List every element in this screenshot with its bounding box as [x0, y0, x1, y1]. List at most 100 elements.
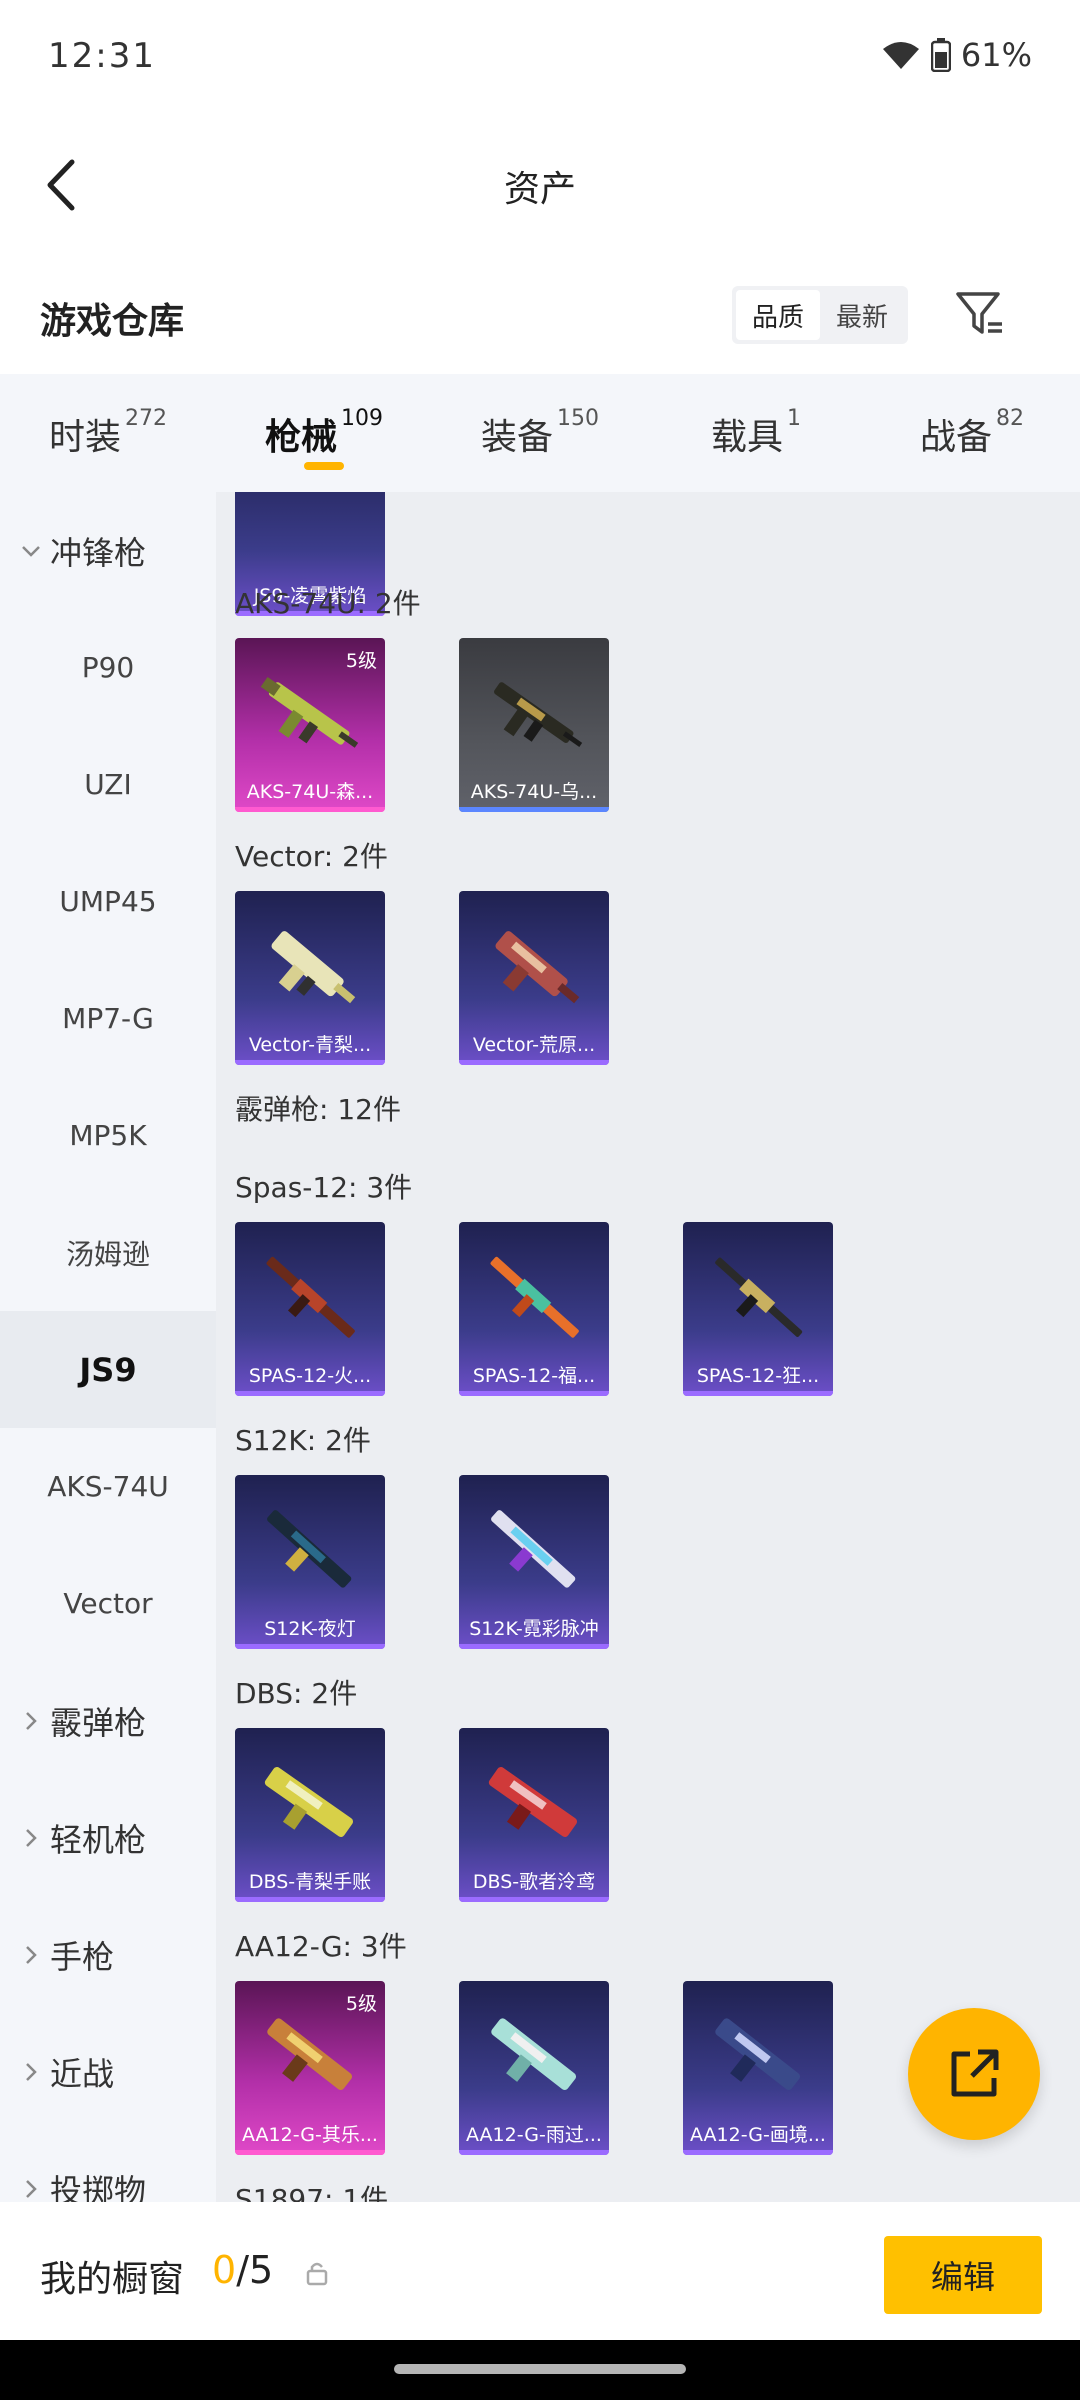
app-root: 12:31 61% 资产 游戏仓库 品质 最新 时装 272 枪械 109 装备…: [0, 0, 1080, 2400]
tab-supplies[interactable]: 战备 82: [864, 374, 1080, 492]
sidebar-item-uzi[interactable]: UZI: [0, 726, 216, 843]
chevron-right-icon: [16, 1823, 46, 1853]
weapon-card-name: AKS-74U-乌...: [470, 781, 598, 803]
weapon-card[interactable]: 5级 AA12-G-其乐...: [235, 1981, 385, 2155]
weapon-card-name: S12K-霓彩脉冲: [469, 1618, 599, 1640]
page-title: 资产: [503, 169, 576, 210]
shotgun-icon: [490, 1256, 579, 1338]
share-fab[interactable]: [908, 2008, 1040, 2140]
group-title: AKS-74U: 2件: [235, 587, 421, 620]
tab-equipment[interactable]: 装备 150: [432, 374, 648, 492]
rarity-strip: [459, 1644, 609, 1649]
weapon-card[interactable]: Vector-青梨...: [235, 891, 385, 1065]
sidebar-category-pistol[interactable]: 手枪: [0, 1896, 216, 2013]
warehouse-header: 游戏仓库 品质 最新: [0, 270, 1080, 370]
tab-label: 载具: [710, 417, 783, 458]
battery-icon: [930, 38, 951, 72]
sidebar-category-label: 轻机枪: [50, 1820, 147, 1859]
filter-icon[interactable]: [950, 284, 1010, 344]
tab-label: 装备: [480, 417, 553, 458]
sidebar-item-mp5k[interactable]: MP5K: [0, 1077, 216, 1194]
wifi-icon: [881, 39, 921, 71]
rarity-strip: [235, 1644, 385, 1649]
group-title: 霰弹枪: 12件: [235, 1093, 401, 1126]
shotgun-icon: [267, 1510, 352, 1588]
sidebar-category-label: 手枪: [50, 1937, 115, 1976]
weapon-card-name: AKS-74U-森...: [246, 781, 374, 803]
weapon-card[interactable]: AKS-74U-乌...: [459, 638, 609, 812]
group-title: AA12-G: 3件: [235, 1930, 407, 1963]
weapon-card[interactable]: AA12-G-画境...: [683, 1981, 833, 2155]
rarity-strip: [235, 1897, 385, 1902]
lock-icon: [306, 2262, 328, 2286]
tab-count: 82: [996, 406, 1024, 431]
sidebar-item-vector[interactable]: Vector: [0, 1545, 216, 1662]
sidebar-category-throwable[interactable]: 投掷物: [0, 2130, 216, 2202]
tab-vehicles[interactable]: 载具 1: [648, 374, 864, 492]
weapon-card[interactable]: DBS-歌者泠鸢: [459, 1728, 609, 1902]
home-gesture-handle[interactable]: [394, 2364, 686, 2374]
sidebar-category-label: 冲锋枪: [50, 533, 147, 572]
smg-icon: [495, 931, 580, 1004]
chevron-right-icon: [16, 1706, 46, 1736]
weapon-card-name: SPAS-12-福...: [472, 1365, 596, 1387]
group-title: S12K: 2件: [235, 1424, 371, 1457]
sidebar-item-aks74u[interactable]: AKS-74U: [0, 1428, 216, 1545]
weapon-card-name: SPAS-12-狂...: [696, 1365, 820, 1387]
tab-firearms[interactable]: 枪械 109: [216, 374, 432, 492]
status-time: 12:31: [48, 36, 156, 76]
tab-count: 109: [341, 406, 383, 431]
weapon-card[interactable]: AA12-G-雨过...: [459, 1981, 609, 2155]
group-title: Spas-12: 3件: [235, 1171, 413, 1204]
weapon-card[interactable]: Vector-荒原...: [459, 891, 609, 1065]
sidebar-item-ump45[interactable]: UMP45: [0, 843, 216, 960]
sidebar-item-p90[interactable]: P90: [0, 609, 216, 726]
weapon-card[interactable]: 5级 AKS-74U-森...: [235, 638, 385, 812]
sidebar-category-label: 投掷物: [50, 2171, 147, 2203]
weapon-card[interactable]: SPAS-12-火...: [235, 1222, 385, 1396]
rarity-strip: [235, 1391, 385, 1396]
weapon-card[interactable]: SPAS-12-狂...: [683, 1222, 833, 1396]
weapon-card[interactable]: S12K-霓彩脉冲: [459, 1475, 609, 1649]
edit-button[interactable]: 编辑: [884, 2236, 1042, 2314]
rarity-strip: [459, 1391, 609, 1396]
sidebar-item-js9[interactable]: JS9: [0, 1311, 216, 1428]
sidebar-category-shotgun[interactable]: 霰弹枪: [0, 1662, 216, 1779]
shotgun-icon: [491, 2018, 577, 2091]
weapon-card[interactable]: DBS-青梨手账: [235, 1728, 385, 1902]
showcase-total: /5: [236, 2248, 274, 2292]
sidebar-item-thompson[interactable]: 汤姆逊: [0, 1194, 216, 1311]
tab-costume[interactable]: 时装 272: [0, 374, 216, 492]
sidebar-category-lmg[interactable]: 轻机枪: [0, 1779, 216, 1896]
shotgun-icon: [266, 1256, 355, 1338]
tab-label: 时装: [48, 417, 121, 458]
weapon-card[interactable]: S12K-夜灯: [235, 1475, 385, 1649]
header: 资产: [0, 130, 1080, 240]
group-title: S1897: 1件: [235, 2183, 389, 2202]
sort-toggle: 品质 最新: [732, 286, 908, 344]
sort-newest-button[interactable]: 最新: [820, 290, 904, 340]
weapon-card-name: DBS-歌者泠鸢: [472, 1871, 596, 1893]
category-tabs: 时装 272 枪械 109 装备 150 载具 1 战备 82: [0, 374, 1080, 492]
chevron-right-icon: [16, 2174, 46, 2203]
weapon-card-name: Vector-荒原...: [472, 1034, 596, 1056]
weapon-card[interactable]: SPAS-12-福...: [459, 1222, 609, 1396]
sidebar-item-mp7g[interactable]: MP7-G: [0, 960, 216, 1077]
chevron-down-icon: [16, 536, 46, 566]
sidebar-category-melee[interactable]: 近战: [0, 2013, 216, 2130]
rarity-strip: [459, 807, 609, 812]
tab-label: 枪械: [264, 417, 337, 458]
sidebar-category-smg[interactable]: 冲锋枪: [0, 492, 216, 609]
status-icons: 61%: [881, 36, 1032, 74]
tab-count: 1: [787, 406, 801, 431]
rarity-strip: [459, 1897, 609, 1902]
rarity-strip: [683, 2150, 833, 2155]
rarity-strip: [459, 2150, 609, 2155]
rarity-strip: [459, 1060, 609, 1065]
sort-quality-button[interactable]: 品质: [736, 290, 820, 340]
weapon-card-name: S12K-夜灯: [264, 1618, 356, 1640]
sidebar-category-label: 近战: [50, 2054, 115, 2093]
showcase-count: 0/5: [212, 2248, 273, 2292]
smg-icon: [494, 682, 583, 747]
shotgun-icon: [715, 1257, 803, 1337]
